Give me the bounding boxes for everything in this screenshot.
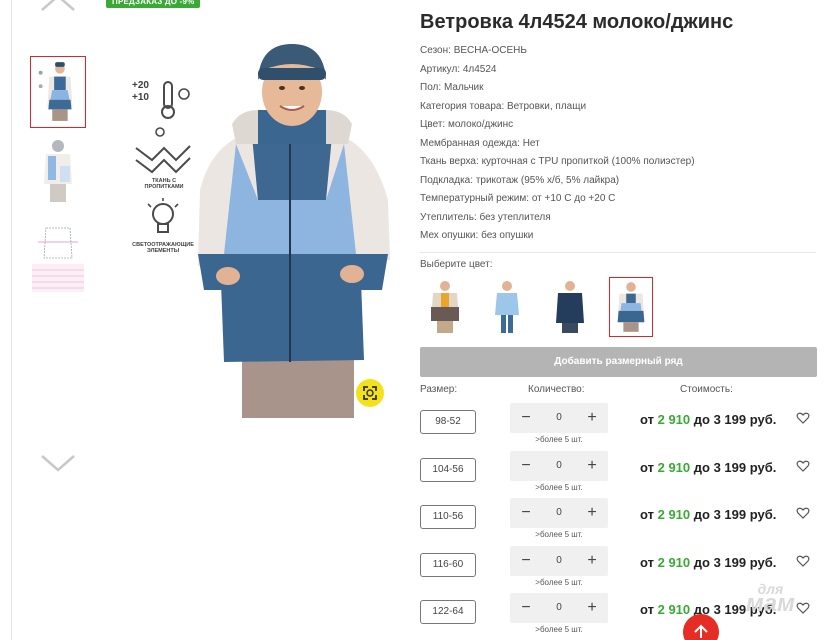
reflective-label: СВЕТООТРАЖАЮЩИЕ ЭЛЕМЕНТЫ — [132, 242, 194, 254]
spec-article: Артикул: 4л4524 — [420, 63, 497, 75]
add-size-row-button[interactable]: Добавить размерный ряд — [420, 347, 817, 377]
price-range: от 2 910 до 3 199 руб. — [640, 412, 777, 427]
lightbulb-icon — [147, 198, 179, 233]
spec-gender: Пол: Мальчик — [420, 82, 484, 93]
stock-status: >более 5 шт. — [535, 578, 583, 587]
choose-color-label: Выберите цвет: — [420, 259, 493, 270]
quantity-minus-button[interactable]: − — [514, 451, 538, 481]
reflective-feature: СВЕТООТРАЖАЮЩИЕ ЭЛЕМЕНТЫ — [132, 198, 194, 254]
size-label[interactable]: 110-56 — [420, 505, 476, 529]
scroll-to-top-button[interactable] — [683, 614, 719, 640]
arrow-up-icon — [694, 624, 708, 638]
temperature-top-label: +20 — [132, 80, 149, 91]
quantity-minus-button[interactable]: − — [514, 593, 538, 623]
price-range: от 2 910 до 3 199 руб. — [640, 460, 777, 475]
cost-column-header: Стоимость: — [680, 384, 733, 395]
temperature-bottom-label: +10 — [132, 92, 149, 103]
divider — [420, 252, 816, 253]
price-range: от 2 910 до 3 199 руб. — [640, 555, 777, 570]
zoom-button[interactable] — [356, 379, 384, 407]
zoom-expand-icon — [363, 386, 377, 400]
spec-fur-trim: Мех опушки: без опушки — [420, 230, 534, 241]
thumbnail-back[interactable] — [30, 136, 86, 208]
size-label[interactable]: 98-52 — [420, 410, 476, 434]
quantity-input[interactable]: 0 — [542, 403, 576, 433]
color-swatch-navy[interactable] — [548, 277, 592, 337]
quantity-stepper: − 0 + — [510, 593, 608, 623]
size-row: 110-56 − 0 + >более 5 шт. от 2 910 до 3 … — [420, 498, 820, 542]
quantity-minus-button[interactable]: − — [514, 403, 538, 433]
thumbnails-scroll-down-icon[interactable] — [40, 452, 76, 480]
price-range: от 2 910 до 3 199 руб. — [640, 507, 777, 522]
favorite-heart-icon[interactable] — [796, 601, 810, 615]
quantity-plus-button[interactable]: + — [580, 546, 604, 576]
stock-status: >более 5 шт. — [535, 530, 583, 539]
product-specs: Сезон: ВЕСНА-ОСЕНЬ Артикул: 4л4524 Пол: … — [420, 42, 820, 246]
fabric-impregnation-label: ТКАНЬ С ПРОПИТКАМИ — [144, 178, 184, 190]
quantity-stepper: − 0 + — [510, 451, 608, 481]
spec-season: Сезон: ВЕСНА-ОСЕНЬ — [420, 45, 527, 56]
spec-outer-fabric: Ткань верха: курточная с TPU пропиткой (… — [420, 156, 695, 167]
stock-status: >более 5 шт. — [535, 483, 583, 492]
temperature-feature: +20 +10 — [130, 76, 192, 127]
thumbnail-size-chart[interactable] — [30, 222, 86, 294]
spec-color: Цвет: молоко/джинс — [420, 119, 514, 130]
quantity-stepper: − 0 + — [510, 403, 608, 433]
fabric-impregnation-feature: ТКАНЬ С ПРОПИТКАМИ — [132, 126, 194, 190]
quantity-plus-button[interactable]: + — [580, 403, 604, 433]
quantity-input[interactable]: 0 — [542, 498, 576, 528]
main-product-image[interactable]: +20 +10 ТКАНЬ С ПРОПИТКАМИ СВЕТООТРАЖАЮЩ… — [112, 40, 404, 418]
size-label[interactable]: 116-60 — [420, 553, 476, 577]
page-left-border — [11, 0, 12, 640]
color-swatch-light-blue[interactable] — [485, 277, 529, 337]
spec-membrane: Мембранная одежда: Нет — [420, 137, 540, 149]
size-label[interactable]: 104-56 — [420, 458, 476, 482]
watermark-logo: для мам — [746, 581, 795, 617]
stock-status: >более 5 шт. — [535, 435, 583, 444]
color-swatch-beige-brown[interactable] — [423, 277, 467, 337]
favorite-heart-icon[interactable] — [796, 554, 810, 568]
product-title: Ветровка 4л4524 молоко/джинс — [420, 11, 734, 33]
size-column-header: Размер: — [420, 384, 458, 395]
preorder-badge: ПРЕДЗАКАЗ ДО -9% — [106, 0, 201, 8]
size-row: 104-56 − 0 + >более 5 шт. от 2 910 до 3 … — [420, 451, 820, 495]
fabric-impregnation-icon — [135, 127, 191, 174]
quantity-plus-button[interactable]: + — [580, 498, 604, 528]
thumbnails-scroll-up-icon[interactable] — [40, 0, 76, 14]
favorite-heart-icon[interactable] — [796, 506, 810, 520]
quantity-minus-button[interactable]: − — [514, 546, 538, 576]
favorite-heart-icon[interactable] — [796, 459, 810, 473]
quantity-column-header: Количество: — [528, 384, 585, 395]
spec-category: Категория товара: Ветровки, плащи — [420, 100, 587, 112]
quantity-stepper: − 0 + — [510, 546, 608, 576]
quantity-input[interactable]: 0 — [542, 593, 576, 623]
spec-insulation: Утеплитель: без утеплителя — [420, 211, 551, 223]
color-swatch-milk-denim[interactable] — [609, 277, 653, 337]
stock-status: >более 5 шт. — [535, 625, 583, 634]
quantity-stepper: − 0 + — [510, 498, 608, 528]
size-label[interactable]: 122-64 — [420, 600, 476, 624]
size-row: 98-52 − 0 + >более 5 шт. от 2 910 до 3 1… — [420, 403, 820, 447]
spec-temperature: Температурный режим: от +10 С до +20 С — [420, 193, 616, 204]
favorite-heart-icon[interactable] — [796, 411, 810, 425]
quantity-plus-button[interactable]: + — [580, 593, 604, 623]
spec-lining: Подкладка: трикотаж (95% х/б, 5% лайкра) — [420, 174, 620, 186]
quantity-minus-button[interactable]: − — [514, 498, 538, 528]
thumbnail-front[interactable] — [30, 56, 86, 128]
quantity-input[interactable]: 0 — [542, 546, 576, 576]
quantity-plus-button[interactable]: + — [580, 451, 604, 481]
quantity-input[interactable]: 0 — [542, 451, 576, 481]
